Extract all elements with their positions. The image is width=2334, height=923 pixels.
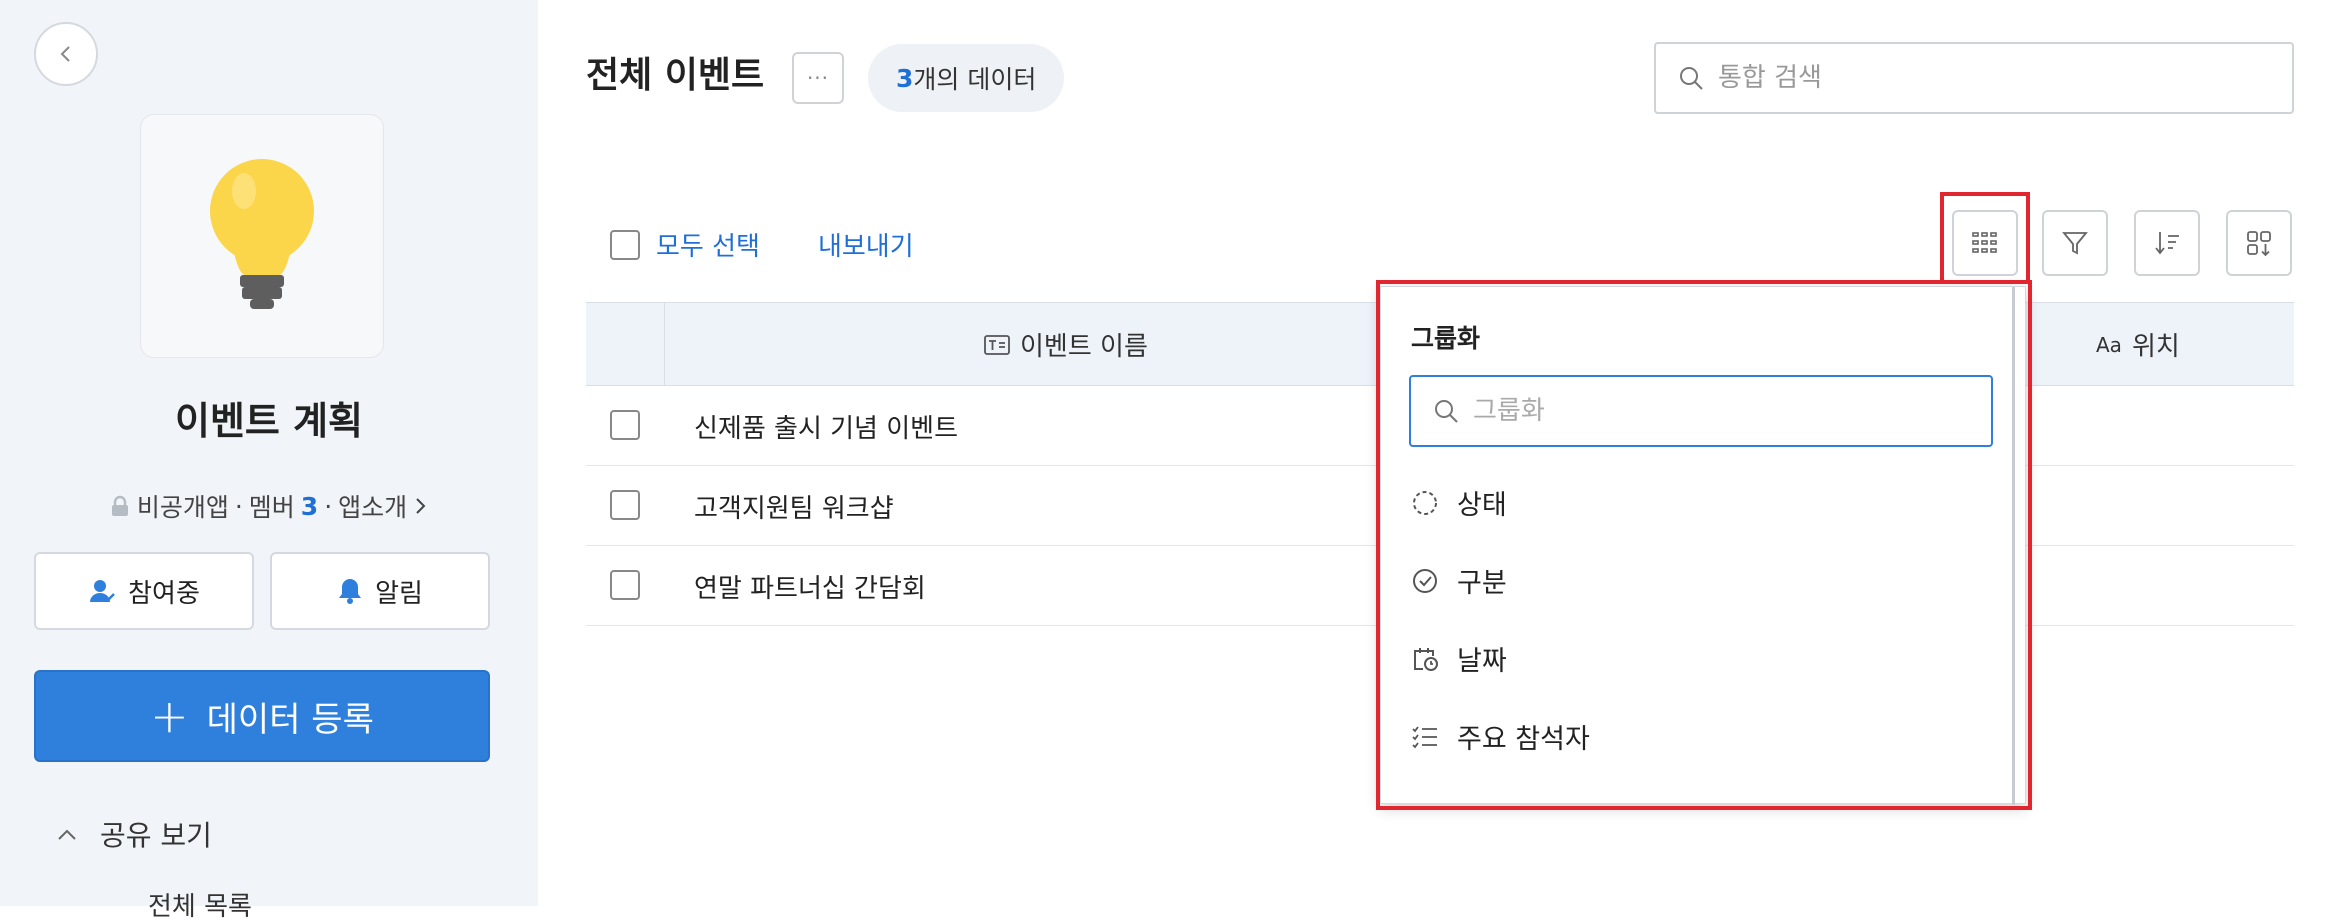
row-checkbox[interactable] xyxy=(610,410,640,440)
text-type-icon: Aa xyxy=(2096,332,2122,357)
search-icon xyxy=(1680,67,1703,90)
sort-button[interactable] xyxy=(2134,210,2200,276)
chevron-right-icon xyxy=(416,498,426,514)
join-button[interactable]: 참여중 xyxy=(34,552,254,630)
register-data-button[interactable]: + 데이터 등록 xyxy=(34,670,490,762)
select-all-checkbox[interactable] xyxy=(610,229,640,260)
layout-grid-icon xyxy=(2247,231,2271,257)
page-title: 전체 이벤트 xyxy=(586,55,765,96)
export-link[interactable]: 내보내기 xyxy=(818,226,914,263)
chevron-left-icon xyxy=(60,46,70,62)
filter-icon xyxy=(2062,232,2088,255)
lightbulb-icon xyxy=(210,159,314,309)
row-checkbox[interactable] xyxy=(610,490,640,520)
user-check-icon xyxy=(90,580,115,602)
app-meta: 비공개앱 · 멤버 3 · 앱소개 xyxy=(0,488,538,524)
lock-icon xyxy=(111,495,128,516)
sort-icon xyxy=(2155,232,2179,255)
list-toolbar: 모두 선택 내보내기 xyxy=(610,226,914,263)
notify-button[interactable]: 알림 xyxy=(270,552,490,630)
sidebar: 이벤트 계획 비공개앱 · 멤버 3 · 앱소개 참여중 알림 + 데이터 등록… xyxy=(0,0,538,922)
dropdown-highlight xyxy=(1376,280,2032,810)
event-name-cell: 연말 파트너십 간담회 xyxy=(694,574,926,604)
members-count[interactable]: 3 xyxy=(301,492,318,521)
data-count-suffix: 개의 데이터 xyxy=(913,65,1037,94)
data-count-badge: 3 개의 데이터 xyxy=(868,44,1065,112)
visibility-label: 비공개앱 xyxy=(136,493,229,522)
column-header-location[interactable]: Aa 위치 xyxy=(2096,326,2180,363)
app-intro-link[interactable]: 앱소개 xyxy=(338,488,407,524)
column-name-label: 이벤트 이름 xyxy=(1020,332,1148,362)
global-search-input[interactable] xyxy=(1718,63,2258,93)
app-title: 이벤트 계획 xyxy=(174,399,364,443)
view-options-button[interactable] xyxy=(2226,210,2292,276)
notify-label: 알림 xyxy=(375,578,423,609)
shared-view-toggle[interactable]: 공유 보기 xyxy=(56,814,212,854)
app-icon xyxy=(140,114,384,358)
join-label: 참여중 xyxy=(128,578,200,609)
shared-view-label: 공유 보기 xyxy=(100,819,212,852)
chevron-up-icon xyxy=(58,829,76,840)
more-options-button[interactable]: ··· xyxy=(792,52,844,104)
register-label: 데이터 등록 xyxy=(206,699,374,740)
event-name-cell: 고객지원팀 워크샵 xyxy=(694,494,894,524)
sidebar-item-partial[interactable]: 전체 목록 xyxy=(148,886,252,923)
global-search[interactable] xyxy=(1654,42,2294,114)
plus-icon: + xyxy=(150,689,189,743)
back-button[interactable] xyxy=(34,22,98,86)
bell-icon xyxy=(339,579,362,604)
filter-button[interactable] xyxy=(2042,210,2108,276)
data-count-number: 3 xyxy=(896,63,914,93)
members-label: 멤버 xyxy=(248,493,295,522)
text-field-icon xyxy=(984,334,1010,355)
event-name-cell: 신제품 출시 기념 이벤트 xyxy=(694,414,958,444)
group-button-highlight xyxy=(1940,192,2030,284)
select-all-link[interactable]: 모두 선택 xyxy=(656,226,760,263)
row-checkbox[interactable] xyxy=(610,570,640,600)
column-header-name[interactable]: 이벤트 이름 xyxy=(984,326,1148,363)
column-location-label: 위치 xyxy=(2131,332,2180,362)
